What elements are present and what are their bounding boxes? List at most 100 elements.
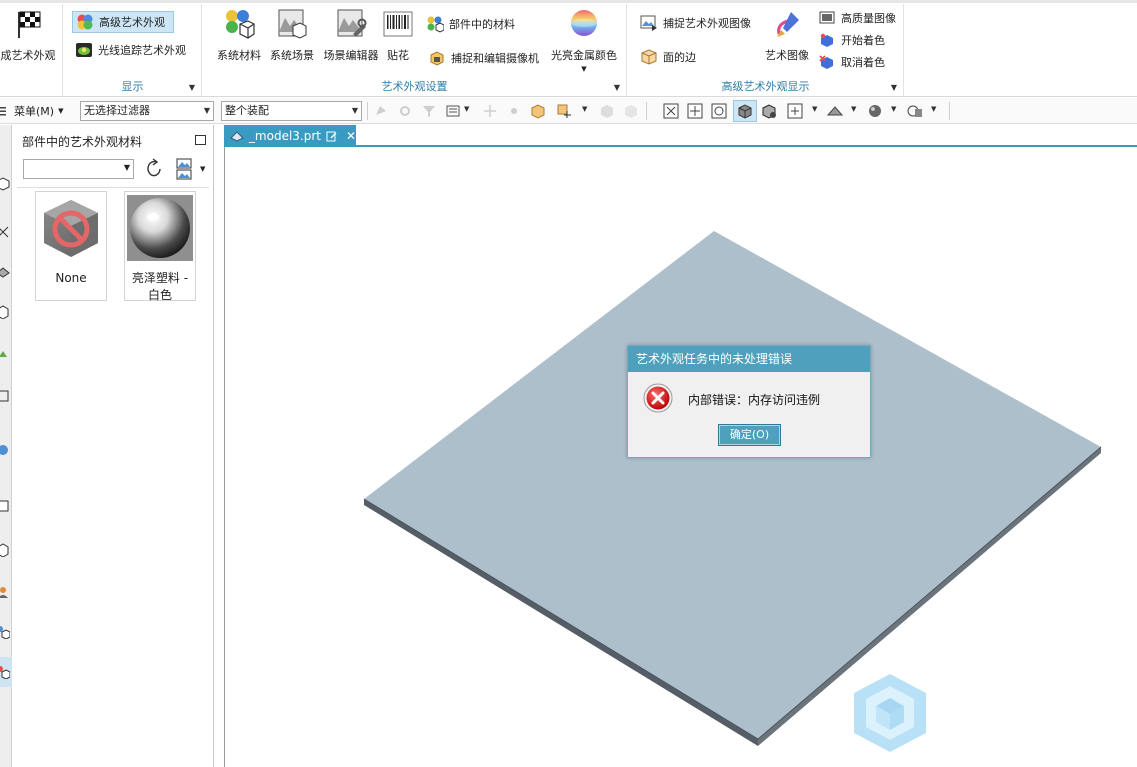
face-edges-label: 面的边 bbox=[663, 51, 696, 64]
snap-end-icon[interactable] bbox=[506, 103, 522, 119]
maximize-icon[interactable] bbox=[195, 135, 206, 145]
selection-filter-caret-icon: ▼ bbox=[203, 106, 210, 115]
material-sphere-caret-icon[interactable]: ▼ bbox=[891, 105, 896, 113]
hq-image-label: 高质量图像 bbox=[841, 12, 896, 25]
selection-toolbar: 菜单(M) ▼ 无选择过滤器 ▼ 整个装配 ▼ ▼ ▼ ▼ ▼ ▼ ▼ bbox=[0, 98, 1137, 124]
cancel-shading-button[interactable]: 取消着色 bbox=[815, 51, 888, 73]
advanced-display-group-expand-icon[interactable]: ▼ bbox=[891, 83, 897, 92]
panel-title: 部件中的艺术外观材料 bbox=[22, 135, 143, 149]
cancel-shading-label: 取消着色 bbox=[841, 56, 885, 69]
art-image-button[interactable]: 艺术图像 bbox=[759, 6, 815, 68]
filter-funnel-icon[interactable] bbox=[421, 103, 437, 119]
hq-image-button[interactable]: 高质量图像 bbox=[815, 7, 899, 29]
menu-label: 菜单(M) bbox=[14, 105, 55, 118]
face-edges-button[interactable]: 面的边 bbox=[637, 46, 699, 68]
fit-view-icon[interactable] bbox=[663, 103, 679, 119]
view-cube-icon[interactable] bbox=[599, 103, 615, 119]
system-materials-button[interactable]: 系统材料 bbox=[211, 6, 267, 68]
metal-color-caret-icon[interactable]: ▼ bbox=[548, 65, 620, 73]
view-orient-caret-icon[interactable]: ▼ bbox=[812, 105, 817, 113]
decal-button[interactable]: 贴花 bbox=[372, 6, 424, 68]
resource-hd3d-icon[interactable] bbox=[0, 347, 10, 361]
material-filter-select[interactable]: ▼ bbox=[23, 159, 134, 179]
resource-constraint-icon[interactable] bbox=[0, 265, 10, 279]
shaded-cube-icon bbox=[738, 104, 752, 119]
view-orient-icon[interactable] bbox=[787, 103, 803, 119]
shaded-mode-button[interactable] bbox=[733, 100, 757, 122]
ribbon-top-line bbox=[0, 0, 1137, 3]
ribbon-group-settings: 系统材料 系统场景 场景编辑器 贴花 部件中的材料 捕捉和编辑摄像机 光亮金属颜… bbox=[203, 4, 627, 96]
snap-target-caret-icon[interactable]: ▼ bbox=[582, 105, 587, 113]
snap-target-icon[interactable] bbox=[556, 103, 572, 119]
rotate-view-icon[interactable] bbox=[711, 103, 727, 119]
material-filter-caret-icon: ▼ bbox=[123, 163, 130, 172]
part-materials-icon bbox=[427, 16, 444, 33]
layer-visibility-icon[interactable] bbox=[907, 103, 923, 119]
settings-group-expand-icon[interactable]: ▼ bbox=[614, 83, 620, 92]
resource-web-icon[interactable] bbox=[0, 389, 10, 403]
resource-roles-icon[interactable] bbox=[0, 499, 10, 513]
snap-cube-icon[interactable] bbox=[530, 103, 546, 119]
advanced-art-button[interactable]: 高级艺术外观 bbox=[72, 11, 174, 33]
raytrace-art-button[interactable]: 光线追踪艺术外观 bbox=[72, 39, 189, 61]
dialog-message: 内部错误：内存访问违例 bbox=[688, 393, 821, 407]
select-list-caret-icon[interactable]: ▼ bbox=[464, 105, 469, 113]
snap-point-icon[interactable] bbox=[482, 103, 498, 119]
part-materials-button[interactable]: 部件中的材料 bbox=[423, 13, 518, 35]
view-cube-alt-icon[interactable] bbox=[623, 103, 639, 119]
material-tile-none[interactable]: None bbox=[35, 191, 107, 301]
error-icon bbox=[643, 383, 673, 413]
assembly-scope-caret-icon: ▼ bbox=[351, 106, 358, 115]
resource-history-icon[interactable] bbox=[0, 443, 10, 457]
resource-bar bbox=[0, 125, 12, 767]
layer-visibility-caret-icon[interactable]: ▼ bbox=[931, 105, 936, 113]
thumbnail-view-caret-icon[interactable]: ▼ bbox=[200, 165, 205, 173]
dialog-title: 艺术外观任务中的未处理错误 bbox=[628, 346, 870, 372]
settings-group-label: 艺术外观设置 bbox=[381, 80, 448, 93]
assembly-scope-value: 整个装配 bbox=[225, 104, 269, 117]
select-list-icon[interactable] bbox=[445, 103, 461, 119]
scene-editor-icon bbox=[337, 9, 367, 37]
material-sphere-icon[interactable] bbox=[867, 103, 883, 119]
metal-color-sphere-icon bbox=[571, 10, 597, 36]
camera-cube-icon bbox=[430, 51, 444, 66]
system-materials-label: 系统材料 bbox=[217, 49, 261, 62]
glossy-sphere-icon bbox=[127, 195, 193, 261]
capture-camera-button[interactable]: 捕捉和编辑摄像机 bbox=[425, 47, 542, 69]
advanced-art-label: 高级艺术外观 bbox=[99, 16, 165, 29]
assembly-scope-select[interactable]: 整个装配 ▼ bbox=[221, 101, 362, 121]
refresh-icon[interactable] bbox=[142, 157, 166, 181]
resource-reuse-icon[interactable] bbox=[0, 305, 10, 319]
resource-system-materials-icon[interactable] bbox=[0, 543, 10, 557]
metal-color-button[interactable]: 光亮金属颜色 ▼ bbox=[548, 6, 620, 73]
menu-button[interactable]: 菜单(M) ▼ bbox=[0, 102, 63, 120]
system-scenes-label: 系统场景 bbox=[270, 49, 314, 62]
display-mode-icon[interactable] bbox=[827, 103, 843, 119]
resource-art-materials-icon[interactable] bbox=[0, 665, 10, 679]
capture-image-button[interactable]: 捕捉艺术外观图像 bbox=[637, 12, 754, 34]
selection-filter-select[interactable]: 无选择过滤器 ▼ bbox=[80, 101, 214, 121]
display-mode-caret-icon[interactable]: ▼ bbox=[851, 105, 856, 113]
resource-part-navigator-icon[interactable] bbox=[0, 177, 10, 191]
resource-assembly-icon[interactable] bbox=[0, 225, 10, 239]
zoom-box-icon[interactable] bbox=[687, 103, 703, 119]
resource-part-materials-icon[interactable] bbox=[0, 625, 10, 639]
shaded-edges-icon[interactable] bbox=[761, 103, 777, 119]
system-scenes-button[interactable]: 系统场景 bbox=[264, 6, 320, 68]
start-shading-button[interactable]: 开始着色 bbox=[815, 29, 888, 51]
ribbon: 成艺术外观 高级艺术外观 光线追踪艺术外观 显示 ▼ 系统材料 系统场景 场景编… bbox=[0, 0, 1137, 97]
resource-scene-icon[interactable] bbox=[0, 585, 10, 599]
ribbon-group-display: 高级艺术外观 光线追踪艺术外观 显示 ▼ bbox=[64, 4, 202, 96]
menu-lines-icon bbox=[0, 107, 6, 116]
decal-barcode-icon bbox=[383, 11, 413, 37]
select-point-icon[interactable] bbox=[397, 103, 413, 119]
system-scenes-icon bbox=[278, 9, 307, 39]
material-tile-glossy-white[interactable]: 亮泽塑料 - 白色 bbox=[124, 191, 196, 302]
render-art-button[interactable]: 成艺术外观 bbox=[0, 6, 64, 68]
raytrace-icon bbox=[76, 43, 92, 57]
display-group-expand-icon[interactable]: ▼ bbox=[189, 83, 195, 92]
select-feature-icon[interactable] bbox=[373, 103, 389, 119]
none-swatch-icon bbox=[44, 200, 98, 257]
ok-button[interactable]: 确定(O) bbox=[718, 424, 781, 446]
thumbnail-view-icon[interactable] bbox=[176, 158, 192, 180]
